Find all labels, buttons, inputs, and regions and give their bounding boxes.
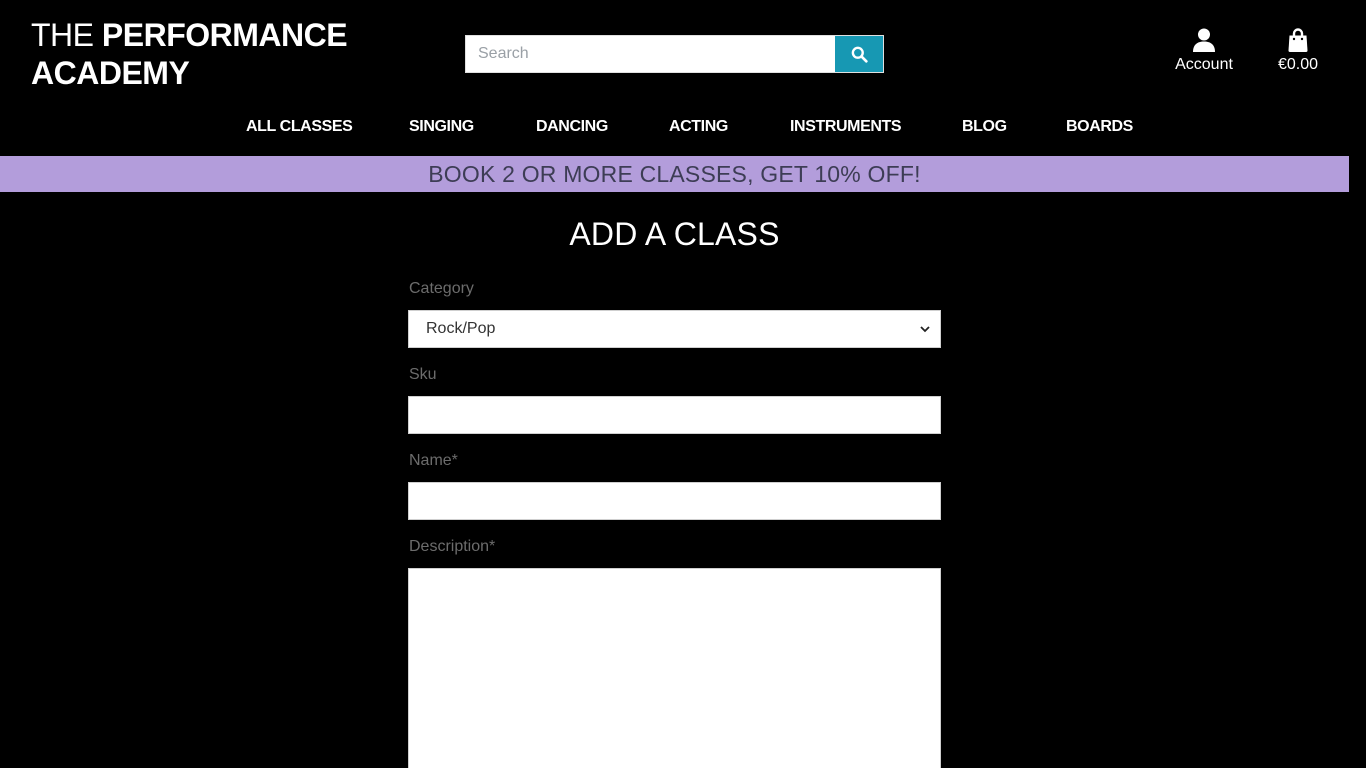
nav-item-blog[interactable]: BLOG <box>962 118 1007 136</box>
nav-item-instruments[interactable]: INSTRUMENTS <box>790 118 902 136</box>
shopping-bag-link[interactable]: €0.00 <box>1272 28 1324 74</box>
logo-text-academy: ACADEMY <box>31 55 190 91</box>
account-link[interactable]: Account <box>1172 28 1236 74</box>
search-icon <box>851 46 868 63</box>
bag-total: €0.00 <box>1277 56 1319 73</box>
shopping-bag-icon <box>1288 28 1308 52</box>
description-label: Description* <box>409 538 496 555</box>
search-input[interactable] <box>466 36 835 72</box>
page: THE PERFORMANCE ACADEMY Account <box>0 0 1349 768</box>
nav-item-acting[interactable]: ACTING <box>669 118 728 136</box>
user-icon <box>1193 28 1215 52</box>
logo-text-the: THE <box>31 17 94 53</box>
category-label: Category <box>409 280 474 297</box>
account-label: Account <box>1175 56 1233 73</box>
promo-banner: BOOK 2 OR MORE CLASSES, GET 10% OFF! <box>0 156 1349 192</box>
nav-item-dancing[interactable]: DANCING <box>536 118 608 136</box>
sku-input[interactable] <box>408 396 941 434</box>
site-logo[interactable]: THE PERFORMANCE ACADEMY <box>31 16 348 92</box>
category-selected-value: Rock/Pop <box>426 320 496 337</box>
page-title: ADD A CLASS <box>569 216 780 252</box>
nav-item-all-classes[interactable]: ALL CLASSES <box>246 118 353 136</box>
name-label: Name* <box>409 452 458 469</box>
chevron-down-icon <box>920 325 930 332</box>
main-nav: ALL CLASSES SINGING DANCING ACTING INSTR… <box>0 110 1349 146</box>
name-input[interactable] <box>408 482 941 520</box>
search-button[interactable] <box>835 36 883 72</box>
logo-text-performance: PERFORMANCE <box>101 17 348 53</box>
category-select[interactable]: Rock/Pop <box>408 310 941 348</box>
description-textarea[interactable] <box>408 568 941 768</box>
nav-item-boards[interactable]: BOARDS <box>1066 118 1133 136</box>
nav-item-singing[interactable]: SINGING <box>409 118 474 136</box>
sku-label: Sku <box>409 366 437 383</box>
search-bar <box>465 35 884 73</box>
promo-text: BOOK 2 OR MORE CLASSES, GET 10% OFF! <box>428 160 921 187</box>
